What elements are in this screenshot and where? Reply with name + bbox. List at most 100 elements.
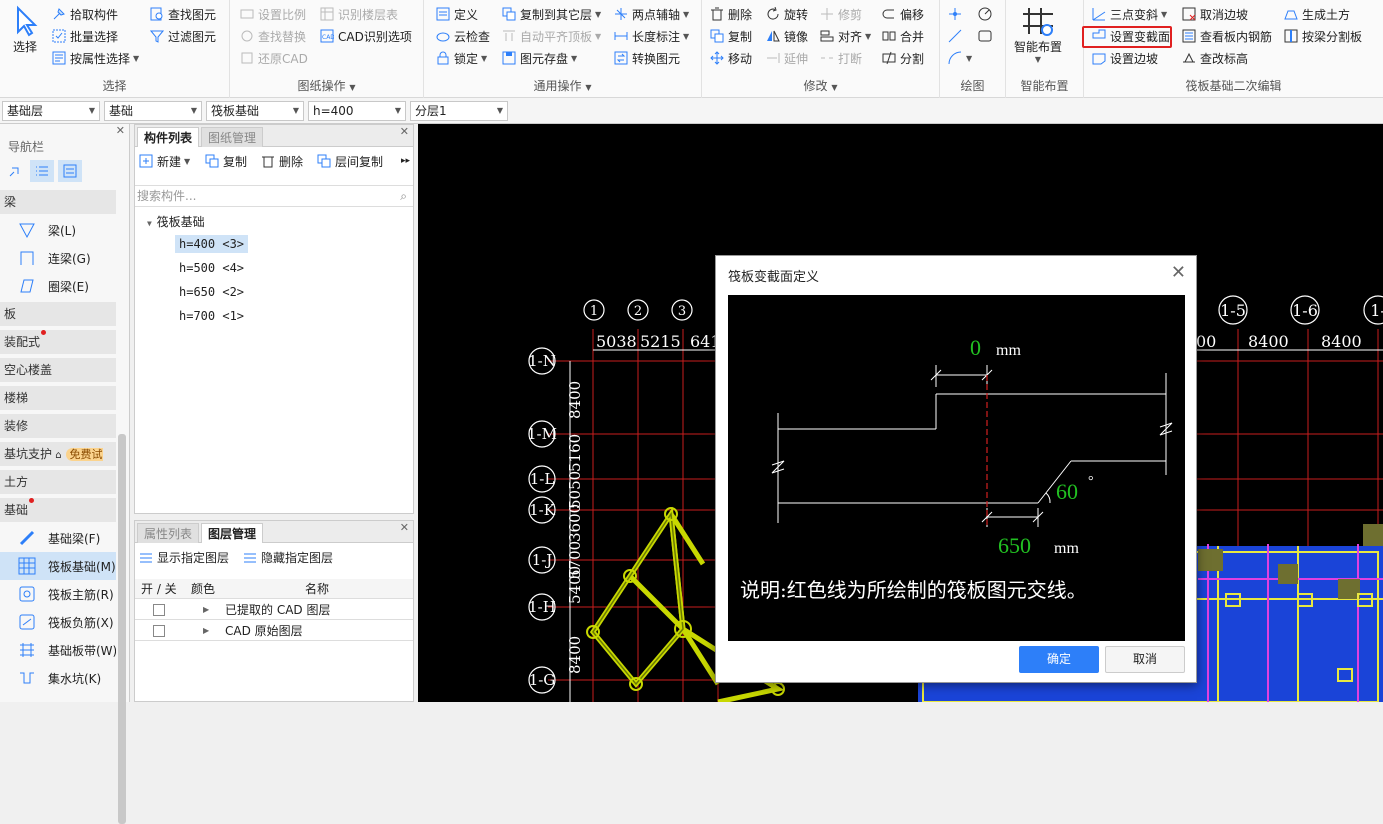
merge-button[interactable]: 合并 xyxy=(882,26,924,46)
show-layer-button[interactable]: 显示指定图层 xyxy=(139,547,229,567)
move-button[interactable]: 移动 xyxy=(710,48,752,68)
more-icon[interactable]: ▸▸ xyxy=(401,151,410,171)
cloud-check-button[interactable]: 云检查 xyxy=(436,26,490,46)
select-button[interactable]: 选择 xyxy=(8,4,42,55)
delete-button[interactable]: 删除 xyxy=(710,4,752,24)
detail-view-icon[interactable] xyxy=(58,160,82,182)
hide-layer-button[interactable]: 隐藏指定图层 xyxy=(243,547,333,567)
copy-button[interactable]: 复制 xyxy=(710,26,752,46)
close-icon[interactable]: ✕ xyxy=(1171,262,1186,283)
tab-layer-management[interactable]: 图层管理 xyxy=(201,523,264,543)
nav-cat-hollow-floor[interactable]: 空心楼盖 xyxy=(0,358,116,382)
nav-scrollbar[interactable] xyxy=(118,434,126,824)
floor-select[interactable]: 基础层 ▼ xyxy=(2,101,100,121)
find-replace-button[interactable]: 查找替换 xyxy=(240,26,306,46)
split-by-beam-button[interactable]: 按梁分割板 xyxy=(1284,26,1362,46)
close-icon[interactable]: ✕ xyxy=(400,125,409,138)
bottom-width-value[interactable]: 650 xyxy=(998,533,1031,558)
table-row[interactable]: ▶ 已提取的 CAD 图层 xyxy=(135,600,413,620)
nav-item-raft-foundation[interactable]: 筏板基础(M) xyxy=(0,552,116,580)
nav-cat-pit-support[interactable]: 基坑支护 ⌂免费试用 xyxy=(0,442,116,487)
tree-item-h650[interactable]: h=650 <2> xyxy=(179,285,244,299)
nav-cat-decoration[interactable]: 装修 xyxy=(0,414,116,438)
line-tool[interactable] xyxy=(948,26,966,46)
nav-item-foundation-strip[interactable]: 基础板带(W) xyxy=(0,636,116,664)
list-view-icon[interactable] xyxy=(30,160,54,182)
nav-cat-prefab[interactable]: 装配式 xyxy=(0,330,116,354)
new-component-button[interactable]: 新建 ▼ xyxy=(139,151,190,171)
smart-layout-button[interactable]: 智能布置 ▼ xyxy=(1014,4,1062,64)
align-button[interactable]: 对齐 ▼ xyxy=(820,26,871,46)
tab-attribute-list[interactable]: 属性列表 xyxy=(137,523,200,543)
cad-options-button[interactable]: CAD CAD识别选项 xyxy=(320,26,412,46)
tree-root[interactable]: ▼ 筏板基础 xyxy=(147,213,205,230)
expand-icon[interactable]: ▶ xyxy=(203,600,209,620)
three-point-slope-button[interactable]: 三点变斜 ▼ xyxy=(1092,4,1167,24)
copy-between-floors-button[interactable]: 层间复制 xyxy=(317,151,383,171)
component-select[interactable]: h=400 ▼ xyxy=(308,101,406,121)
cancel-button[interactable]: 取消 xyxy=(1105,646,1185,673)
copy-component-button[interactable]: 复制 xyxy=(205,151,247,171)
tree-item-h700[interactable]: h=700 <1> xyxy=(179,309,244,323)
cancel-slope-edge-button[interactable]: 取消边坡 xyxy=(1182,4,1248,24)
convert-element-button[interactable]: 转换图元 xyxy=(614,48,680,68)
rotate-button[interactable]: 旋转 xyxy=(766,4,808,24)
nav-item-beam[interactable]: 梁(L) xyxy=(0,216,116,244)
tree-item-h400[interactable]: h=400 <3> xyxy=(175,235,249,253)
two-point-axis-button[interactable]: 两点辅轴 ▼ xyxy=(614,4,689,24)
generate-earthwork-button[interactable]: 生成土方 xyxy=(1284,4,1350,24)
expand-icon[interactable]: ▶ xyxy=(203,621,209,641)
split-button[interactable]: 分割 xyxy=(882,48,924,68)
nav-cat-slab[interactable]: 板 xyxy=(0,302,116,326)
nav-cat-foundation[interactable]: 基础 xyxy=(0,498,116,522)
select-by-attribute-button[interactable]: 按属性选择 ▼ xyxy=(52,48,139,68)
nav-cat-stair[interactable]: 楼梯 xyxy=(0,386,116,410)
trim-button[interactable]: 修剪 xyxy=(820,4,862,24)
view-inner-rebar-button[interactable]: 查看板内钢筋 xyxy=(1182,26,1272,46)
component-type-select[interactable]: 筏板基础 ▼ xyxy=(206,101,304,121)
top-width-value[interactable]: 0 xyxy=(970,335,981,360)
arc-tool[interactable]: ▼ xyxy=(948,48,972,68)
offset-button[interactable]: 偏移 xyxy=(882,4,924,24)
component-search-input[interactable]: 搜索构件... ⌕ xyxy=(135,185,413,207)
pick-component-button[interactable]: 拾取构件 xyxy=(52,4,118,24)
find-element-button[interactable]: 查找图元 xyxy=(150,4,216,24)
set-slope-edge-button[interactable]: 设置边坡 xyxy=(1092,48,1158,68)
nav-item-coupling-beam[interactable]: 连梁(G) xyxy=(0,244,116,272)
batch-select-button[interactable]: 批量选择 xyxy=(52,26,118,46)
close-icon[interactable]: ✕ xyxy=(400,521,409,534)
auto-align-top-button[interactable]: 自动平齐顶板 ▼ xyxy=(502,26,601,46)
angle-value[interactable]: 60 xyxy=(1056,479,1078,504)
nav-item-sump-pit[interactable]: 集水坑(K) xyxy=(0,664,116,692)
layer-select[interactable]: 分层1 ▼ xyxy=(410,101,508,121)
nav-item-foundation-beam[interactable]: 基础梁(F) xyxy=(0,524,116,552)
save-element-button[interactable]: 图元存盘 ▼ xyxy=(502,48,577,68)
layer-checkbox[interactable] xyxy=(153,604,165,616)
identify-floor-table-button[interactable]: 识别楼层表 xyxy=(320,4,398,24)
nav-cat-beam[interactable]: 梁 xyxy=(0,190,116,214)
edit-elevation-button[interactable]: 查改标高 xyxy=(1182,48,1248,68)
break-button[interactable]: 打断 xyxy=(820,48,862,68)
point-tool[interactable] xyxy=(948,4,966,24)
circle-tool[interactable] xyxy=(978,4,996,24)
tab-component-list[interactable]: 构件列表 xyxy=(137,127,200,147)
filter-element-button[interactable]: 过滤图元 xyxy=(150,26,216,46)
restore-cad-button[interactable]: 还原CAD xyxy=(240,48,308,68)
delete-component-button[interactable]: 删除 xyxy=(261,151,303,171)
mirror-button[interactable]: 镜像 xyxy=(766,26,808,46)
layer-checkbox[interactable] xyxy=(153,625,165,637)
tree-item-h500[interactable]: h=500 <4> xyxy=(179,261,244,275)
tab-drawing-management[interactable]: 图纸管理 xyxy=(201,127,264,147)
extend-button[interactable]: 延伸 xyxy=(766,48,808,68)
copy-to-other-floor-button[interactable]: 复制到其它层 ▼ xyxy=(502,4,601,24)
define-button[interactable]: 定义 xyxy=(436,4,478,24)
pin-icon[interactable] xyxy=(8,162,28,182)
rect-tool[interactable] xyxy=(978,26,996,46)
close-icon[interactable]: ✕ xyxy=(116,124,125,137)
nav-item-raft-neg-rebar[interactable]: 筏板负筋(X) xyxy=(0,608,116,636)
nav-item-raft-main-rebar[interactable]: 筏板主筋(R) xyxy=(0,580,116,608)
table-row[interactable]: ▶ CAD 原始图层 xyxy=(135,621,413,641)
lock-button[interactable]: 锁定 ▼ xyxy=(436,48,487,68)
nav-item-ring-beam[interactable]: 圈梁(E) xyxy=(0,272,116,300)
set-scale-button[interactable]: 设置比例 xyxy=(240,4,306,24)
